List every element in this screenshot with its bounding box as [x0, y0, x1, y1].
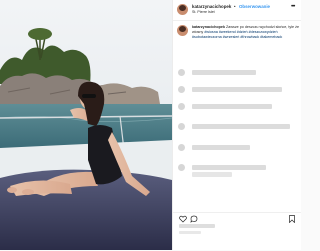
comment-avatar[interactable] [178, 144, 185, 151]
comment-avatar[interactable] [178, 86, 185, 93]
follow-status-button[interactable]: Obserwowanie [239, 4, 270, 9]
comment-row [192, 124, 290, 129]
post-sidebar: katarzynacichopek • Obserwowanie St. Pie… [172, 0, 301, 250]
author-username[interactable]: katarzynacichopek [192, 4, 231, 9]
photo-image [0, 0, 172, 250]
separator-dot: • [234, 3, 236, 9]
comment-avatar[interactable] [178, 69, 185, 76]
more-options-icon[interactable]: ••• [291, 4, 295, 10]
caption-username[interactable]: katarzynacichopek [192, 25, 225, 29]
post-date [179, 231, 201, 234]
bookmark-icon[interactable] [288, 215, 296, 223]
heart-icon[interactable] [179, 215, 187, 223]
comment-avatar[interactable] [178, 164, 185, 171]
post-header: katarzynacichopek • Obserwowanie St. Pie… [173, 0, 301, 21]
caption-avatar[interactable] [177, 25, 188, 36]
comment-row [192, 104, 272, 109]
post-actions [173, 212, 301, 251]
comment-avatar[interactable] [178, 103, 185, 110]
author-avatar[interactable] [177, 4, 188, 15]
post-photo[interactable] [0, 0, 172, 250]
comment-row [192, 70, 256, 75]
comment-row [192, 165, 266, 170]
post-caption: katarzynacichopek Zawsze po deszczu wych… [192, 25, 300, 55]
comment-avatar[interactable] [178, 123, 185, 130]
comment-row [192, 172, 232, 177]
post-location[interactable]: St. Pierre Islet [192, 10, 215, 14]
caption-hashtags[interactable]: #wiosna #weekend #dzień #deszczowydzień … [192, 30, 282, 39]
comment-row [192, 87, 282, 92]
likes-count[interactable] [179, 224, 215, 228]
comment-icon[interactable] [190, 215, 198, 223]
comment-row [192, 145, 250, 150]
